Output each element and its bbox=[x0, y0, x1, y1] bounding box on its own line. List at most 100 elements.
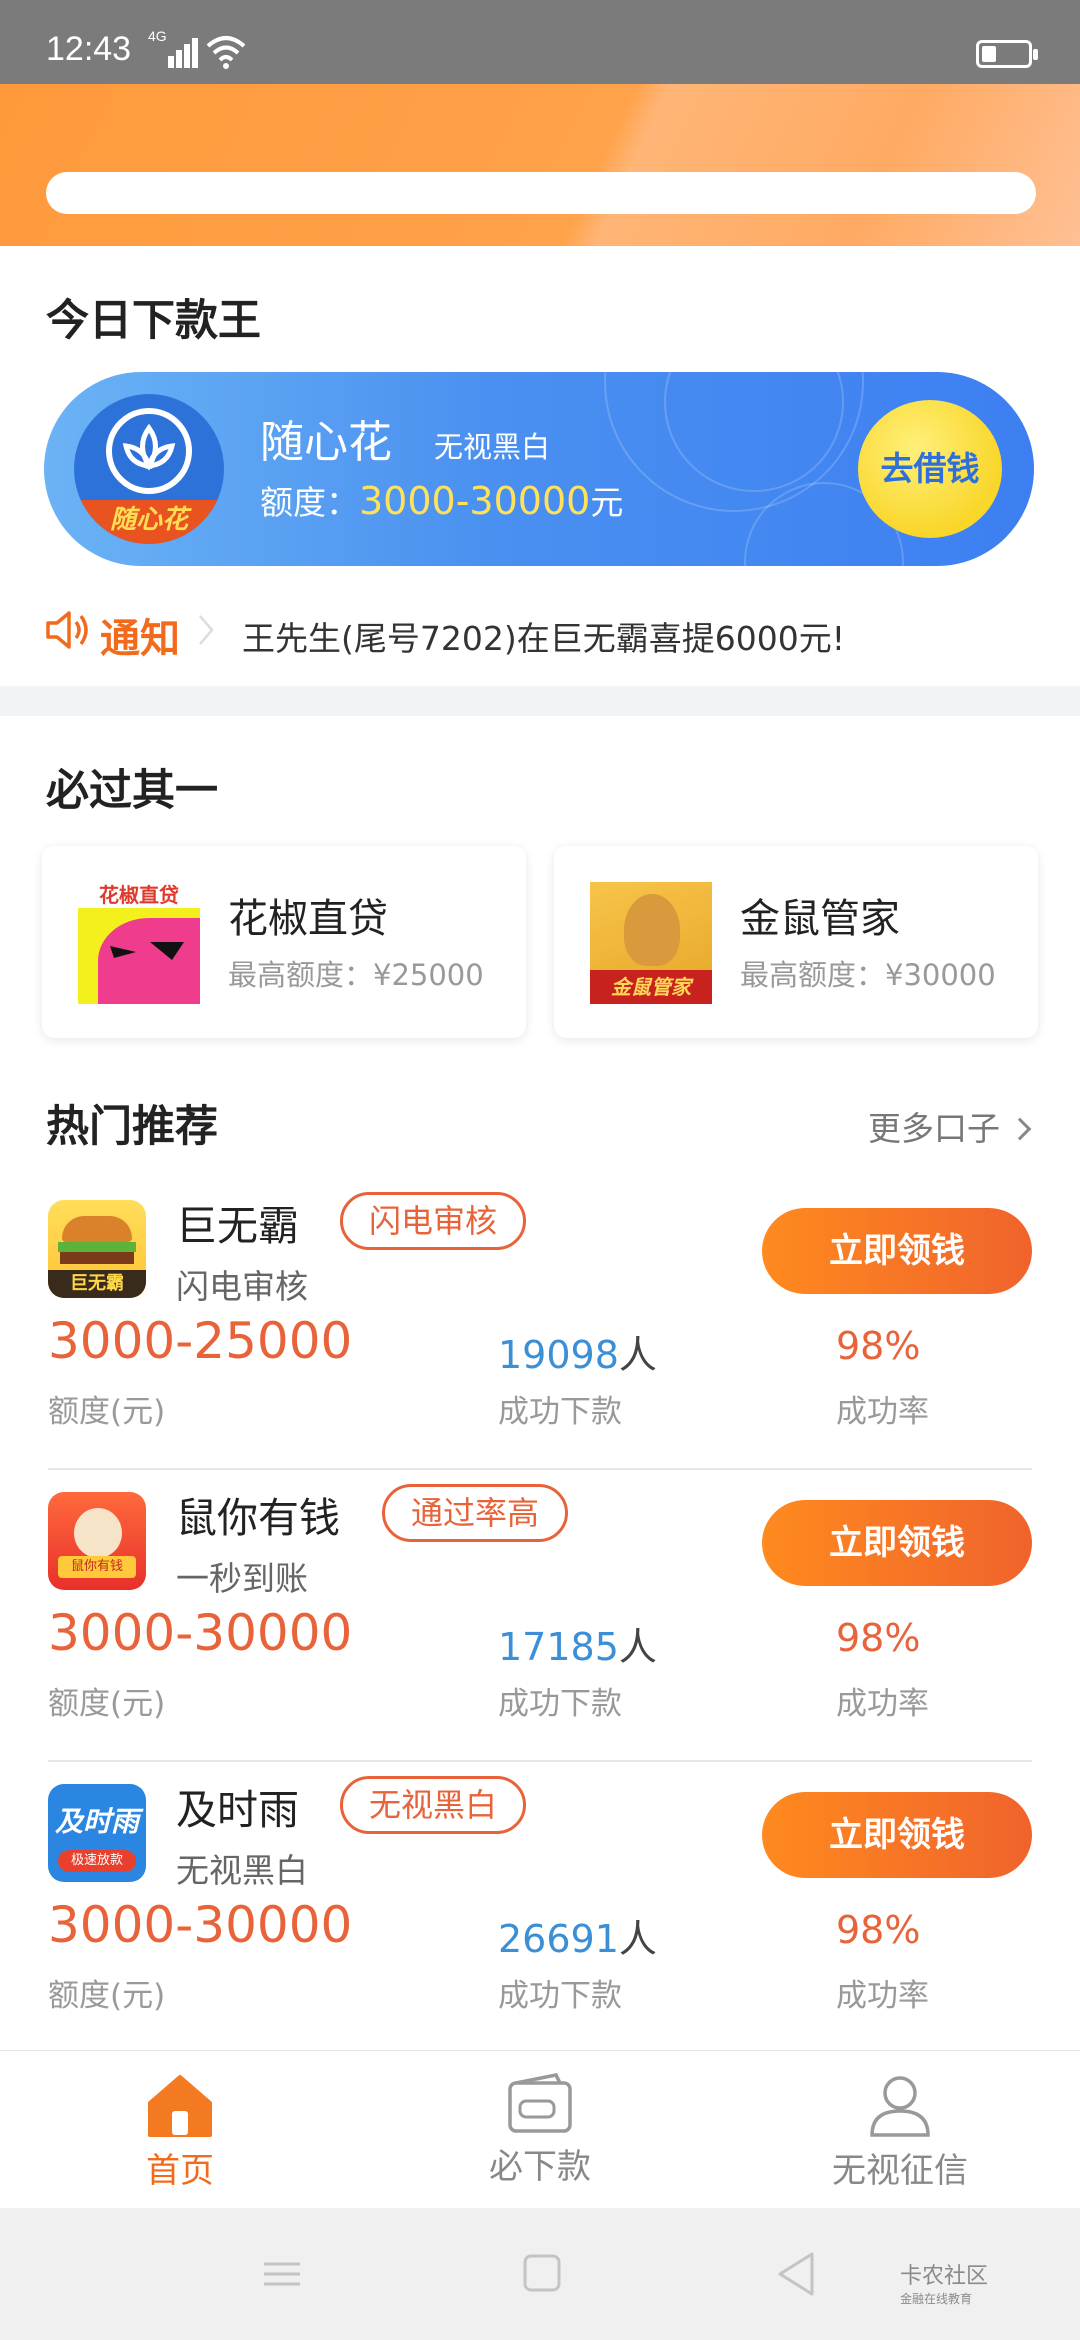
item-amount: 3000-30000 bbox=[48, 1604, 353, 1662]
jsy-icon-label: 及时雨 bbox=[54, 1805, 139, 1838]
count-label: 成功下款 bbox=[498, 1394, 622, 1430]
list-item[interactable]: 巨无霸 巨无霸 闪电审核 闪电审核 立即领钱 3000-25000 额度(元) … bbox=[0, 1180, 1080, 1470]
tab-label: 首页 bbox=[146, 2151, 214, 2191]
item-rate: 98% bbox=[836, 1616, 921, 1660]
item-amount: 3000-30000 bbox=[48, 1896, 353, 1954]
rate-label: 成功率 bbox=[836, 1686, 929, 1722]
status-time: 12:43 bbox=[46, 30, 132, 68]
tab-label: 必下款 bbox=[489, 2147, 591, 2187]
menu-icon[interactable] bbox=[262, 2244, 302, 2304]
signal-icon bbox=[168, 36, 198, 68]
hot-title: 热门推荐 bbox=[46, 1102, 218, 1152]
amount-label: 额度(元) bbox=[48, 1686, 166, 1722]
must-pass-card-jinshu[interactable]: 金鼠管家 金鼠管家 最高额度：¥30000 bbox=[554, 846, 1038, 1038]
notice-bar: 通知 王先生(尾号7202)在巨无霸喜提6000元! bbox=[0, 596, 1080, 666]
king-banner[interactable]: 随心花 随心花 无视黑白 额度：3000-30000元 去借钱 bbox=[44, 372, 1034, 566]
rate-label: 成功率 bbox=[836, 1394, 929, 1430]
system-nav-bar: 卡农社区 金融在线教育 bbox=[0, 2208, 1080, 2340]
item-amount: 3000-25000 bbox=[48, 1312, 353, 1370]
count-value: 19098 bbox=[498, 1333, 619, 1377]
search-bar[interactable] bbox=[46, 172, 1036, 214]
jinshu-app-icon: 金鼠管家 bbox=[590, 882, 712, 1004]
back-icon[interactable] bbox=[776, 2244, 816, 2304]
king-limit-label: 额度： bbox=[260, 483, 359, 522]
notice-text: 王先生(尾号7202)在巨无霸喜提6000元! bbox=[242, 619, 845, 658]
header bbox=[0, 84, 1080, 246]
divider bbox=[48, 1760, 1032, 1762]
list-item[interactable]: 鼠你有钱 鼠你有钱 通过率高 一秒到账 立即领钱 3000-30000 额度(元… bbox=[0, 1472, 1080, 1762]
claim-button[interactable]: 立即领钱 bbox=[762, 1500, 1032, 1586]
count-unit: 人 bbox=[618, 1625, 657, 1669]
hot-header: 热门推荐 更多口子 bbox=[0, 1076, 1080, 1166]
count-value: 17185 bbox=[498, 1625, 619, 1669]
more-link[interactable]: 更多口子 bbox=[868, 1102, 1032, 1150]
tab-home[interactable]: 首页 bbox=[0, 2051, 360, 2209]
count-label: 成功下款 bbox=[498, 1686, 622, 1722]
snyq-icon-label: 鼠你有钱 bbox=[58, 1556, 136, 1578]
jwb-app-icon: 巨无霸 bbox=[48, 1200, 146, 1298]
home-square-icon[interactable] bbox=[522, 2244, 562, 2304]
card-name: 金鼠管家 bbox=[740, 896, 900, 942]
speaker-icon bbox=[46, 611, 88, 649]
card-limit: 最高额度：¥30000 bbox=[740, 958, 996, 992]
item-title: 巨无霸 bbox=[176, 1202, 299, 1250]
watermark-sub: 金融在线教育 bbox=[900, 2292, 973, 2306]
chevron-right-icon bbox=[1008, 1117, 1032, 1141]
card-name: 花椒直贷 bbox=[228, 896, 388, 942]
claim-button[interactable]: 立即领钱 bbox=[762, 1792, 1032, 1878]
rate-label: 成功率 bbox=[836, 1978, 929, 2014]
watermark: 卡农社区 金融在线教育 bbox=[900, 2258, 988, 2307]
count-value: 26691 bbox=[498, 1917, 619, 1961]
king-limit-unit: 元 bbox=[590, 483, 624, 522]
jsy-icon-sub: 极速放款 bbox=[58, 1850, 136, 1872]
status-bar: 12:43 4G bbox=[0, 0, 1080, 84]
king-section: 今日下款王 随心花 随心花 无视黑白 额度：3000-30000元 去借钱 通知 bbox=[0, 246, 1080, 686]
jsy-app-icon: 及时雨 极速放款 bbox=[48, 1784, 146, 1882]
item-tag: 通过率高 bbox=[382, 1484, 569, 1542]
item-count: 17185人 bbox=[498, 1616, 657, 1671]
item-tag: 无视黑白 bbox=[340, 1776, 527, 1834]
item-rate: 98% bbox=[836, 1324, 921, 1368]
tab-must-loan[interactable]: 必下款 bbox=[360, 2051, 720, 2209]
item-subtitle: 一秒到账 bbox=[176, 1559, 308, 1598]
item-tag: 闪电审核 bbox=[340, 1192, 527, 1250]
jinshu-icon-label: 金鼠管家 bbox=[590, 970, 712, 1004]
list-item[interactable]: 及时雨 极速放款 及时雨 无视黑白 无视黑白 立即领钱 3000-30000 额… bbox=[0, 1764, 1080, 2054]
item-rate: 98% bbox=[836, 1908, 921, 1952]
count-unit: 人 bbox=[618, 1333, 657, 1377]
wifi-icon bbox=[206, 36, 246, 69]
watermark-main: 卡农社区 bbox=[900, 2264, 989, 2289]
snyq-app-icon: 鼠你有钱 bbox=[48, 1492, 146, 1590]
bottom-tab-bar: 首页 必下款 无视征信 bbox=[0, 2050, 1080, 2208]
home-icon bbox=[148, 2075, 212, 2137]
divider bbox=[48, 1468, 1032, 1470]
suixinhua-logo: 随心花 bbox=[74, 394, 224, 544]
card-limit: 最高额度：¥25000 bbox=[228, 958, 484, 992]
count-unit: 人 bbox=[618, 1917, 657, 1961]
notice-label: 通知 bbox=[100, 616, 180, 662]
item-count: 19098人 bbox=[498, 1324, 657, 1379]
king-limit-value: 3000-30000 bbox=[359, 479, 591, 523]
item-title: 鼠你有钱 bbox=[176, 1494, 340, 1542]
jwb-icon-label: 巨无霸 bbox=[48, 1270, 146, 1298]
tab-no-credit[interactable]: 无视征信 bbox=[720, 2051, 1080, 2209]
borrow-button[interactable]: 去借钱 bbox=[858, 400, 1002, 538]
claim-button[interactable]: 立即领钱 bbox=[762, 1208, 1032, 1294]
amount-label: 额度(元) bbox=[48, 1978, 166, 2014]
logo-label: 随心花 bbox=[74, 500, 224, 544]
wallet-icon bbox=[508, 2073, 572, 2133]
must-pass-card-huajiao[interactable]: 花椒直贷 花椒直贷 最高额度：¥25000 bbox=[42, 846, 526, 1038]
chevron-right-icon bbox=[199, 615, 214, 645]
amount-label: 额度(元) bbox=[48, 1394, 166, 1430]
battery-icon bbox=[976, 40, 1038, 68]
king-title: 今日下款王 bbox=[46, 296, 261, 346]
must-pass-title: 必过其一 bbox=[46, 766, 218, 816]
lotus-icon bbox=[106, 408, 192, 494]
item-title: 及时雨 bbox=[176, 1786, 299, 1834]
count-label: 成功下款 bbox=[498, 1978, 622, 2014]
item-count: 26691人 bbox=[498, 1908, 657, 1963]
king-product-tag: 无视黑白 bbox=[434, 430, 551, 464]
item-subtitle: 无视黑白 bbox=[176, 1851, 308, 1890]
king-limit: 额度：3000-30000元 bbox=[260, 476, 623, 524]
tab-label: 无视征信 bbox=[832, 2151, 968, 2191]
